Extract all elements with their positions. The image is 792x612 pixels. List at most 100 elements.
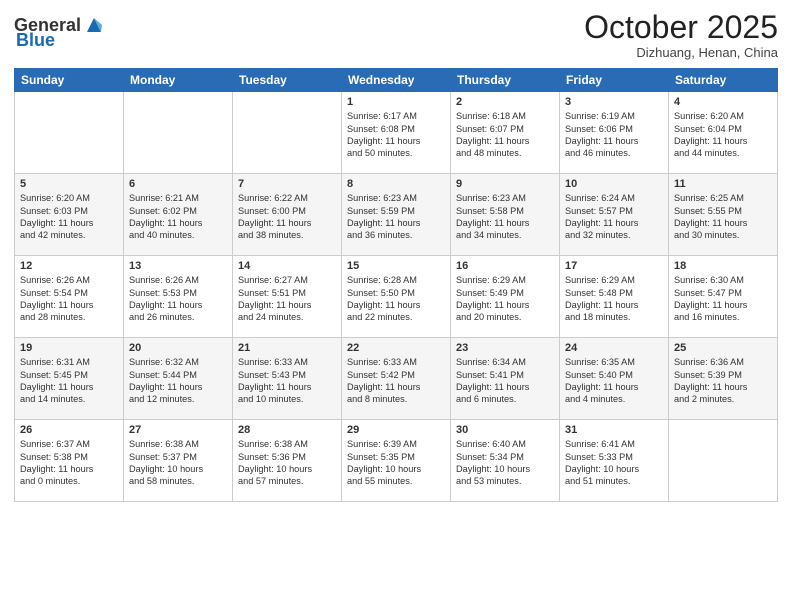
- day-info: Sunrise: 6:28 AM Sunset: 5:50 PM Dayligh…: [347, 274, 445, 324]
- calendar-empty: [669, 420, 778, 502]
- logo-icon: [83, 14, 105, 36]
- calendar-day-25: 25 Sunrise: 6:36 AM Sunset: 5:39 PM Dayli…: [669, 338, 778, 420]
- calendar-empty: [233, 92, 342, 174]
- day-number: 16: [456, 260, 554, 272]
- day-number: 31: [565, 424, 663, 436]
- calendar-day-26: 26 Sunrise: 6:37 AM Sunset: 5:38 PM Dayli…: [15, 420, 124, 502]
- calendar-day-7: 7 Sunrise: 6:22 AM Sunset: 6:00 PM Daylig…: [233, 174, 342, 256]
- day-info: Sunrise: 6:18 AM Sunset: 6:07 PM Dayligh…: [456, 110, 554, 160]
- day-number: 30: [456, 424, 554, 436]
- day-number: 6: [129, 178, 227, 190]
- calendar-day-18: 18 Sunrise: 6:30 AM Sunset: 5:47 PM Dayli…: [669, 256, 778, 338]
- calendar-day-23: 23 Sunrise: 6:34 AM Sunset: 5:41 PM Dayli…: [451, 338, 560, 420]
- day-number: 25: [674, 342, 772, 354]
- day-info: Sunrise: 6:20 AM Sunset: 6:03 PM Dayligh…: [20, 192, 118, 242]
- title-block: October 2025 Dizhuang, Henan, China: [584, 10, 778, 60]
- day-info: Sunrise: 6:36 AM Sunset: 5:39 PM Dayligh…: [674, 356, 772, 406]
- logo-blue: Blue: [16, 30, 55, 51]
- day-number: 8: [347, 178, 445, 190]
- calendar-empty: [15, 92, 124, 174]
- day-info: Sunrise: 6:22 AM Sunset: 6:00 PM Dayligh…: [238, 192, 336, 242]
- day-number: 13: [129, 260, 227, 272]
- day-number: 23: [456, 342, 554, 354]
- calendar-header-row: SundayMondayTuesdayWednesdayThursdayFrid…: [15, 69, 778, 92]
- col-header-thursday: Thursday: [451, 69, 560, 92]
- calendar-day-3: 3 Sunrise: 6:19 AM Sunset: 6:06 PM Daylig…: [560, 92, 669, 174]
- col-header-friday: Friday: [560, 69, 669, 92]
- day-number: 20: [129, 342, 227, 354]
- calendar-day-14: 14Sunrise: 6:27 AM Sunset: 5:51 PM Dayli…: [233, 256, 342, 338]
- day-number: 28: [238, 424, 336, 436]
- day-number: 3: [565, 96, 663, 108]
- day-number: 22: [347, 342, 445, 354]
- day-info: Sunrise: 6:26 AM Sunset: 5:54 PM Dayligh…: [20, 274, 118, 324]
- day-number: 18: [674, 260, 772, 272]
- day-info: Sunrise: 6:23 AM Sunset: 5:58 PM Dayligh…: [456, 192, 554, 242]
- day-number: 4: [674, 96, 772, 108]
- calendar-week-row: 12Sunrise: 6:26 AM Sunset: 5:54 PM Dayli…: [15, 256, 778, 338]
- day-number: 10: [565, 178, 663, 190]
- day-info: Sunrise: 6:30 AM Sunset: 5:47 PM Dayligh…: [674, 274, 772, 324]
- calendar-day-2: 2Sunrise: 6:18 AM Sunset: 6:07 PM Daylig…: [451, 92, 560, 174]
- col-header-monday: Monday: [124, 69, 233, 92]
- day-number: 27: [129, 424, 227, 436]
- calendar-day-11: 11Sunrise: 6:25 AM Sunset: 5:55 PM Dayli…: [669, 174, 778, 256]
- calendar-day-15: 15Sunrise: 6:28 AM Sunset: 5:50 PM Dayli…: [342, 256, 451, 338]
- day-info: Sunrise: 6:27 AM Sunset: 5:51 PM Dayligh…: [238, 274, 336, 324]
- calendar-day-6: 6 Sunrise: 6:21 AM Sunset: 6:02 PM Daylig…: [124, 174, 233, 256]
- calendar-day-17: 17Sunrise: 6:29 AM Sunset: 5:48 PM Dayli…: [560, 256, 669, 338]
- calendar-day-13: 13 Sunrise: 6:26 AM Sunset: 5:53 PM Dayli…: [124, 256, 233, 338]
- day-number: 19: [20, 342, 118, 354]
- calendar-day-20: 20 Sunrise: 6:32 AM Sunset: 5:44 PM Dayli…: [124, 338, 233, 420]
- day-info: Sunrise: 6:33 AM Sunset: 5:42 PM Dayligh…: [347, 356, 445, 406]
- day-number: 24: [565, 342, 663, 354]
- calendar-day-19: 19 Sunrise: 6:31 AM Sunset: 5:45 PM Dayli…: [15, 338, 124, 420]
- day-info: Sunrise: 6:33 AM Sunset: 5:43 PM Dayligh…: [238, 356, 336, 406]
- day-info: Sunrise: 6:29 AM Sunset: 5:49 PM Dayligh…: [456, 274, 554, 324]
- calendar-day-5: 5 Sunrise: 6:20 AM Sunset: 6:03 PM Daylig…: [15, 174, 124, 256]
- day-info: Sunrise: 6:38 AM Sunset: 5:36 PM Dayligh…: [238, 438, 336, 488]
- day-info: Sunrise: 6:19 AM Sunset: 6:06 PM Dayligh…: [565, 110, 663, 160]
- day-info: Sunrise: 6:31 AM Sunset: 5:45 PM Dayligh…: [20, 356, 118, 406]
- calendar-table: SundayMondayTuesdayWednesdayThursdayFrid…: [14, 68, 778, 502]
- calendar-day-4: 4 Sunrise: 6:20 AM Sunset: 6:04 PM Daylig…: [669, 92, 778, 174]
- day-info: Sunrise: 6:25 AM Sunset: 5:55 PM Dayligh…: [674, 192, 772, 242]
- day-info: Sunrise: 6:26 AM Sunset: 5:53 PM Dayligh…: [129, 274, 227, 324]
- col-header-sunday: Sunday: [15, 69, 124, 92]
- day-info: Sunrise: 6:39 AM Sunset: 5:35 PM Dayligh…: [347, 438, 445, 488]
- calendar-day-9: 9 Sunrise: 6:23 AM Sunset: 5:58 PM Daylig…: [451, 174, 560, 256]
- day-info: Sunrise: 6:21 AM Sunset: 6:02 PM Dayligh…: [129, 192, 227, 242]
- day-info: Sunrise: 6:41 AM Sunset: 5:33 PM Dayligh…: [565, 438, 663, 488]
- calendar-day-8: 8 Sunrise: 6:23 AM Sunset: 5:59 PM Daylig…: [342, 174, 451, 256]
- col-header-wednesday: Wednesday: [342, 69, 451, 92]
- calendar-day-27: 27Sunrise: 6:38 AM Sunset: 5:37 PM Dayli…: [124, 420, 233, 502]
- calendar-day-31: 31 Sunrise: 6:41 AM Sunset: 5:33 PM Dayli…: [560, 420, 669, 502]
- day-number: 17: [565, 260, 663, 272]
- calendar-week-row: 19 Sunrise: 6:31 AM Sunset: 5:45 PM Dayli…: [15, 338, 778, 420]
- logo: General Blue: [14, 14, 105, 51]
- day-info: Sunrise: 6:32 AM Sunset: 5:44 PM Dayligh…: [129, 356, 227, 406]
- day-info: Sunrise: 6:40 AM Sunset: 5:34 PM Dayligh…: [456, 438, 554, 488]
- day-info: Sunrise: 6:17 AM Sunset: 6:08 PM Dayligh…: [347, 110, 445, 160]
- calendar-empty: [124, 92, 233, 174]
- day-number: 29: [347, 424, 445, 436]
- calendar-day-21: 21Sunrise: 6:33 AM Sunset: 5:43 PM Dayli…: [233, 338, 342, 420]
- calendar-day-22: 22 Sunrise: 6:33 AM Sunset: 5:42 PM Dayli…: [342, 338, 451, 420]
- calendar-day-1: 1Sunrise: 6:17 AM Sunset: 6:08 PM Daylig…: [342, 92, 451, 174]
- calendar-day-28: 28 Sunrise: 6:38 AM Sunset: 5:36 PM Dayli…: [233, 420, 342, 502]
- day-info: Sunrise: 6:20 AM Sunset: 6:04 PM Dayligh…: [674, 110, 772, 160]
- day-number: 26: [20, 424, 118, 436]
- day-info: Sunrise: 6:37 AM Sunset: 5:38 PM Dayligh…: [20, 438, 118, 488]
- col-header-saturday: Saturday: [669, 69, 778, 92]
- day-number: 7: [238, 178, 336, 190]
- page: General Blue October 2025 Dizhuang, Hena…: [0, 0, 792, 612]
- header: General Blue October 2025 Dizhuang, Hena…: [14, 10, 778, 60]
- day-info: Sunrise: 6:34 AM Sunset: 5:41 PM Dayligh…: [456, 356, 554, 406]
- day-info: Sunrise: 6:23 AM Sunset: 5:59 PM Dayligh…: [347, 192, 445, 242]
- day-number: 9: [456, 178, 554, 190]
- calendar-day-29: 29 Sunrise: 6:39 AM Sunset: 5:35 PM Dayli…: [342, 420, 451, 502]
- calendar-day-16: 16 Sunrise: 6:29 AM Sunset: 5:49 PM Dayli…: [451, 256, 560, 338]
- day-number: 5: [20, 178, 118, 190]
- calendar-day-10: 10Sunrise: 6:24 AM Sunset: 5:57 PM Dayli…: [560, 174, 669, 256]
- month-title: October 2025: [584, 10, 778, 45]
